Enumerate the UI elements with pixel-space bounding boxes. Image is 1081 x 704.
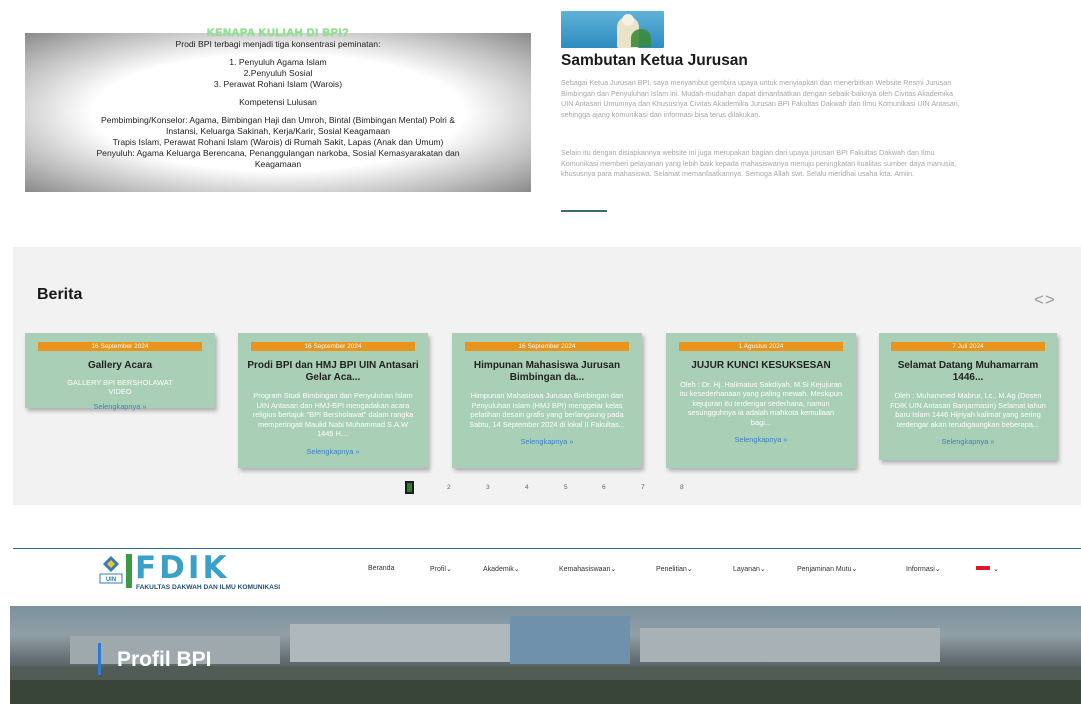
sambutan-paragraph-2: Selain itu dengan disiapkannya website i… [561, 148, 957, 179]
sambutan-title: Sambutan Ketua Jurusan [561, 52, 748, 69]
news-desc: Oleh : Muhammed Mabrur, Lc., M.Ag (Dosen… [890, 391, 1046, 429]
nav-kemahasiswaan[interactable]: Kemahasiswaan⌄ [559, 565, 616, 573]
read-more-link[interactable]: Selengkapnya » [238, 447, 428, 456]
nav-layanan[interactable]: Layanan⌄ [733, 565, 766, 573]
news-card[interactable]: 16 September 2024 Himpunan Mahasiswa Jur… [452, 333, 642, 468]
chevron-down-icon: ⌄ [513, 566, 520, 573]
uin-logo-icon[interactable]: UIN [97, 554, 125, 590]
page-1-active[interactable] [405, 481, 414, 494]
chevron-down-icon: ⌄ [851, 566, 858, 573]
nav-informasi[interactable]: Informasi⌄ [906, 565, 941, 573]
nav-beranda[interactable]: Beranda [368, 565, 394, 572]
news-card[interactable]: 1 Agustus 2024 JUJUR KUNCI KESUKSESAN Ol… [666, 333, 856, 468]
read-more-link[interactable]: Selengkapnya » [452, 437, 642, 446]
kompetensi-line: Penyuluh: Agama Keluarga Berencana, Pena… [96, 148, 460, 158]
nav-penjaminan-mutu[interactable]: Penjaminan Mutu⌄ [797, 565, 857, 573]
chevron-down-icon: ⌄ [445, 566, 452, 573]
nav-label: Informasi [906, 566, 935, 573]
nav-label: Penjaminan Mutu [797, 566, 852, 573]
chevron-down-icon: ⌄ [759, 566, 766, 573]
page-link[interactable]: 5 [564, 484, 568, 491]
page-link[interactable]: 7 [641, 484, 645, 491]
page-link[interactable]: 8 [680, 484, 684, 491]
news-card[interactable]: 7 Juli 2024 Selamat Datang Muhamarram 14… [879, 333, 1057, 460]
page-link[interactable]: 6 [602, 484, 606, 491]
why-item: 2.Penyuluh Sosial [243, 68, 313, 78]
news-date: 1 Agustus 2024 [679, 342, 843, 351]
news-desc: Himpunan Mahasiswa Jurusan Bimbingan dan… [469, 391, 625, 429]
page-link[interactable]: 2 [447, 484, 451, 491]
nav-label: Akademik [483, 566, 514, 573]
news-desc: Program Studi Bimbingan dan Penyuluhan I… [252, 391, 414, 439]
news-title[interactable]: Selamat Datang Muhamarram 1446... [885, 360, 1051, 383]
news-title[interactable]: Himpunan Mahasiswa Jurusan Bimbingan da.… [458, 360, 636, 383]
news-title[interactable]: JUJUR KUNCI KESUKSESAN [672, 360, 850, 372]
read-more-link[interactable]: Selengkapnya » [879, 437, 1057, 446]
chevron-down-icon: ⌄ [610, 566, 617, 573]
divider [561, 210, 607, 212]
chevron-down-icon: ⌄ [686, 566, 693, 573]
fdik-logo-text[interactable]: FDIK [135, 553, 229, 584]
berita-title: Berita [37, 286, 83, 303]
why-item: 1. Penyuluh Agama Islam [229, 57, 327, 67]
nav-label: Layanan [733, 566, 760, 573]
chevron-down-icon[interactable]: ⌄ [993, 565, 999, 573]
nav-profil[interactable]: Profil⌄ [430, 565, 452, 573]
why-title: KENAPA KULIAH DI BPI? [206, 27, 350, 39]
news-card[interactable]: 16 September 2024 Prodi BPI dan HMJ BPI … [238, 333, 428, 468]
news-date: 16 September 2024 [251, 342, 415, 351]
chevron-down-icon: ⌄ [934, 566, 941, 573]
nav-label: Profil [430, 566, 446, 573]
logo-accent [126, 554, 132, 588]
language-flag-icon[interactable] [976, 566, 990, 574]
nav-akademik[interactable]: Akademik⌄ [483, 565, 520, 573]
ketua-jurusan-photo [561, 11, 664, 48]
kompetensi-line: Keagamaan [254, 159, 302, 169]
page: KENAPA KULIAH DI BPI? Prodi BPI terbagi … [0, 0, 1081, 704]
nav-label: Penelitian [656, 566, 687, 573]
news-desc: GALLERY BPI BERSHOLAWAT VIDEO [67, 377, 173, 397]
kompetensi-line: Instansi, Keluarga Sakinah, Kerja/Karir,… [165, 126, 391, 136]
why-item: 3. Perawat Rohani Islam (Warois) [213, 79, 343, 89]
page-link[interactable]: 4 [525, 484, 529, 491]
read-more-link[interactable]: Selengkapnya » [666, 435, 856, 444]
news-title[interactable]: Prodi BPI dan HMJ BPI UIN Antasari Gelar… [244, 360, 422, 383]
nav-penelitian[interactable]: Penelitian⌄ [656, 565, 693, 573]
kompetensi-label: Kompetensi Lulusan [239, 97, 317, 107]
svg-text:UIN: UIN [106, 577, 116, 583]
news-date: 7 Juli 2024 [891, 342, 1045, 351]
why-bpi-box: KENAPA KULIAH DI BPI? Prodi BPI terbagi … [25, 28, 531, 192]
news-desc: Oleh : Dr. Hj. Halimatus Sakdiyah, M.Si … [679, 379, 843, 427]
read-more-link[interactable]: Selengkapnya » [25, 402, 215, 411]
sambutan-paragraph-1: Sebagai Ketua Jurusan BPI, saya menyambu… [561, 78, 960, 119]
kompetensi-line: Pembimbing/Konselor: Agama, Bimbingan Ha… [101, 115, 455, 125]
title-accent-bar [98, 643, 101, 675]
news-date: 16 September 2024 [465, 342, 629, 351]
kompetensi-line: Trapis Islam, Perawat Rohani Islam (Waro… [112, 137, 444, 147]
pagination: 2 3 4 5 6 7 8 [0, 481, 1081, 495]
nav-label: Kemahasiswaan [559, 566, 611, 573]
header-divider [13, 548, 1081, 549]
news-title[interactable]: Gallery Acara [31, 360, 209, 372]
fdik-logo-subtitle: FAKULTAS DAKWAH DAN ILMU KOMUNIKASI [136, 584, 281, 591]
page-link[interactable]: 3 [486, 484, 490, 491]
carousel-arrows[interactable]: <> [1034, 290, 1056, 310]
news-date: 16 September 2024 [38, 342, 202, 351]
page-title: Profil BPI [117, 648, 212, 671]
news-card[interactable]: 16 September 2024 Gallery Acara GALLERY … [25, 333, 215, 411]
why-intro: Prodi BPI terbagi menjadi tiga konsentra… [175, 39, 381, 49]
